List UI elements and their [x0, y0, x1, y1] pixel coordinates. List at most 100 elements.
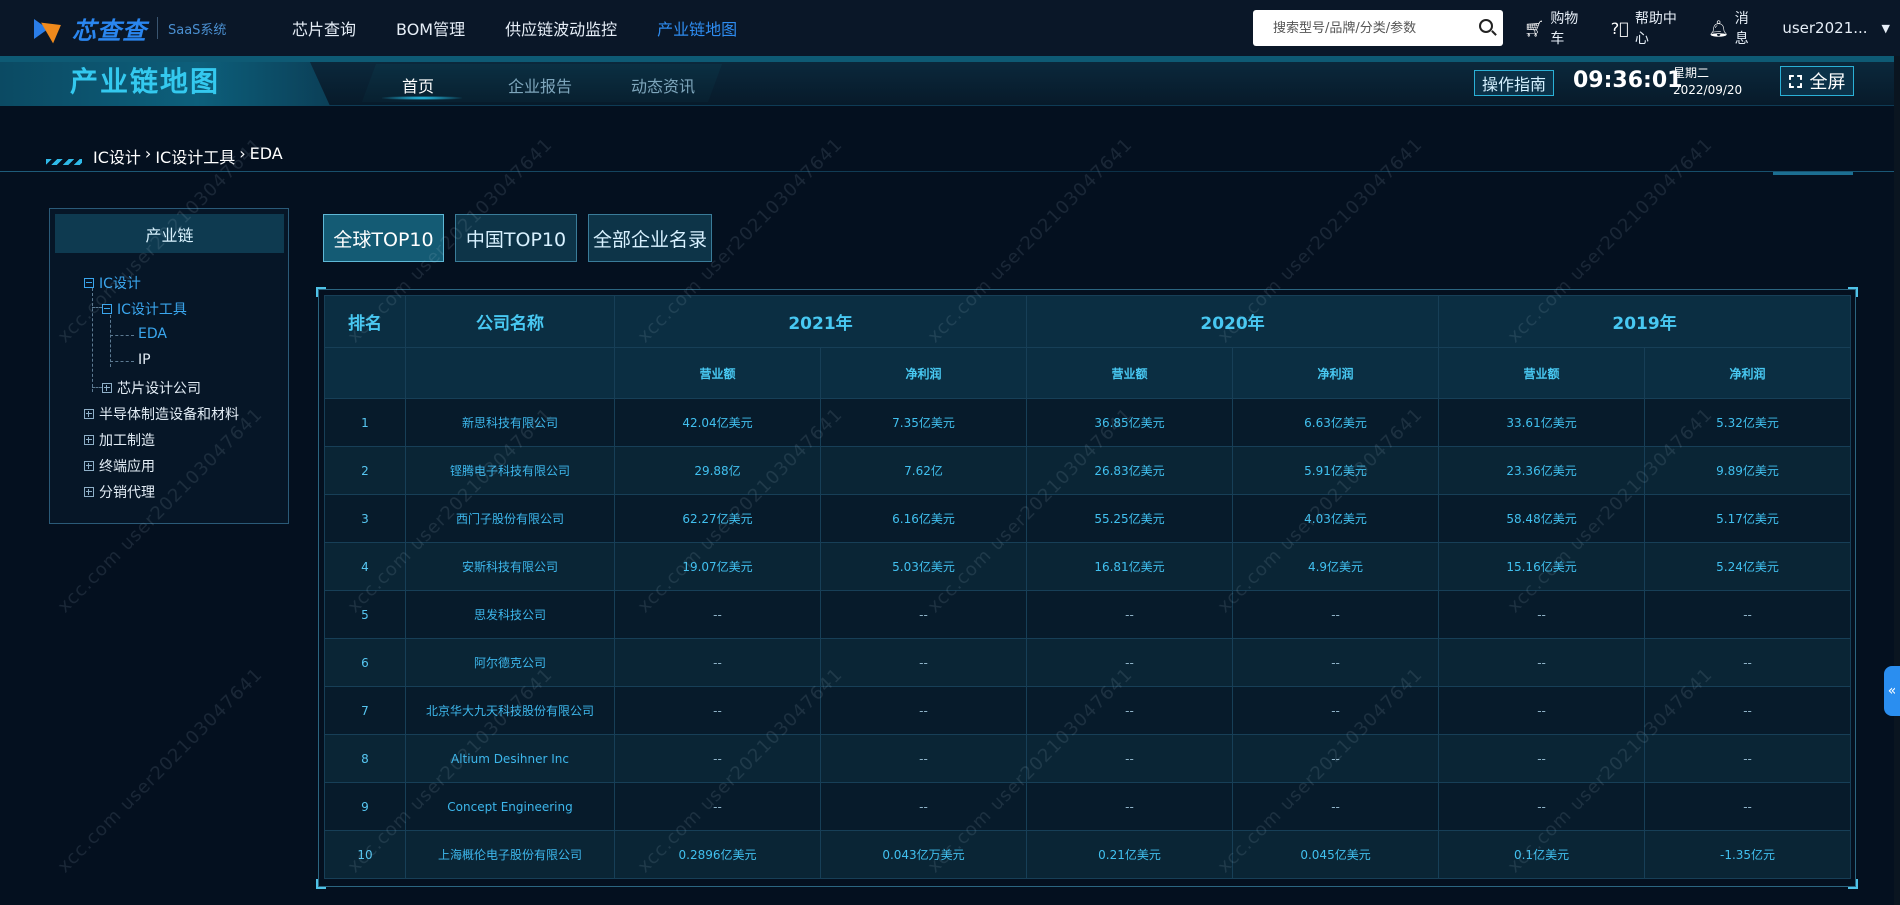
table-row[interactable]: 4 安斯科技有限公司 19.07亿美元 5.03亿美元 16.81亿美元 4.9亿美元 15…	[324, 542, 1852, 591]
help-label: 帮助中心	[1634, 11, 1677, 47]
breadcrumb-item[interactable]: EDA	[250, 144, 283, 168]
table-row[interactable]: 7 北京华大九天科技股份有限公司 -- -- -- -- -- --	[324, 686, 1852, 735]
expand-icon[interactable]	[84, 435, 94, 445]
tree-node-ic-design[interactable]: IC设计	[84, 273, 141, 293]
collapse-icon[interactable]	[84, 278, 94, 288]
cell-revenue: --	[614, 638, 821, 687]
menu-item-industry-map[interactable]: 产业链地图	[657, 16, 737, 40]
expand-icon[interactable]	[84, 487, 94, 497]
table-row[interactable]: 1 新思科技有限公司 42.04亿美元 7.35亿美元 36.85亿美元 6.63亿美元 3…	[324, 398, 1852, 447]
cell-revenue: --	[614, 686, 821, 735]
breadcrumb-item[interactable]: IC设计	[93, 144, 141, 168]
cell-profit: --	[1232, 782, 1440, 831]
tab-china-top10[interactable]: 中国TOP10	[455, 214, 577, 262]
fullscreen-button[interactable]: 全屏	[1780, 66, 1854, 96]
cell-profit: --	[819, 734, 1028, 783]
cell-company-name[interactable]: Concept Engineering	[405, 782, 615, 831]
cell-revenue: --	[1438, 734, 1646, 783]
table-row[interactable]: 6 阿尔德克公司 -- -- -- -- -- --	[324, 638, 1852, 687]
messages-label: 消息	[1734, 11, 1749, 47]
cell-company-name[interactable]: Altium Desihner Inc	[405, 734, 615, 783]
cell-profit: --	[1232, 638, 1440, 687]
cell-profit: --	[1232, 686, 1440, 735]
cell-revenue: --	[1438, 686, 1646, 735]
logo-text: 芯查查	[72, 16, 147, 45]
logo-icon	[32, 13, 67, 44]
cell-revenue: 16.81亿美元	[1026, 542, 1234, 591]
cell-revenue: --	[1026, 638, 1234, 687]
table-row[interactable]: 5 思发科技公司 -- -- -- -- -- --	[324, 590, 1852, 639]
logo[interactable]: 芯查查 SaaS系统	[32, 11, 242, 46]
watermark-text: xcc.com user202103047641	[53, 663, 268, 878]
tree-node-terminal-application[interactable]: 终端应用	[84, 456, 155, 476]
header-year-2019: 2019年	[1438, 295, 1852, 348]
cell-revenue: 55.25亿美元	[1026, 494, 1234, 543]
cell-profit: --	[1232, 734, 1440, 783]
cell-rank: 10	[324, 830, 406, 879]
tree-node-ip[interactable]: IP	[138, 352, 151, 368]
expand-icon[interactable]	[102, 383, 112, 393]
tree-node-semiconductor-equipment[interactable]: 半导体制造设备和材料	[84, 404, 239, 424]
cell-profit: 0.043亿万美元	[819, 830, 1028, 879]
header-revenue: 营业额	[1438, 347, 1646, 399]
collapse-icon[interactable]	[102, 304, 112, 314]
cell-company-name[interactable]: 阿尔德克公司	[405, 638, 615, 687]
header-company: 公司名称	[405, 295, 615, 348]
cell-revenue: 36.85亿美元	[1026, 398, 1234, 447]
tab-home[interactable]: 首页	[402, 73, 434, 97]
cell-profit: -1.35亿元	[1644, 830, 1852, 879]
cell-company-name[interactable]: 思发科技公司	[405, 590, 615, 639]
search-icon[interactable]	[1479, 19, 1493, 33]
header-year-2020: 2020年	[1026, 295, 1440, 348]
chevron-right-icon: ›	[239, 144, 246, 163]
cell-profit: 5.17亿美元	[1644, 494, 1852, 543]
header-year-2021: 2021年	[613, 295, 1028, 348]
search-box	[1253, 10, 1503, 46]
ranking-table: 排名 公司名称 2021年 2020年 2019年 营业额 净利润 营业额 净利…	[324, 295, 1852, 879]
tree-node-distribution[interactable]: 分销代理	[84, 482, 155, 502]
user-menu[interactable]: user2021... ▼	[1782, 19, 1890, 37]
cell-company-name[interactable]: 安斯科技有限公司	[405, 542, 615, 591]
table-row[interactable]: 2 铿腾电子科技有限公司 29.88亿 7.62亿 26.83亿美元 5.91亿美元 23.…	[324, 446, 1852, 495]
page-scrollbar[interactable]	[1894, 56, 1900, 905]
cell-company-name[interactable]: 新思科技有限公司	[405, 398, 615, 447]
cell-revenue: 42.04亿美元	[614, 398, 821, 447]
cell-profit: 6.63亿美元	[1232, 398, 1440, 447]
expand-icon[interactable]	[84, 409, 94, 419]
header-revenue: 营业额	[1026, 347, 1234, 399]
cart-icon: 🛒︎	[1524, 18, 1545, 38]
guide-button[interactable]: 操作指南	[1474, 70, 1554, 96]
table-row[interactable]: 8 Altium Desihner Inc -- -- -- -- -- --	[324, 734, 1852, 783]
tree-node-ic-tools[interactable]: IC设计工具	[102, 299, 187, 319]
menu-item-chip-search[interactable]: 芯片查询	[292, 16, 356, 40]
side-collapse-button[interactable]: «	[1884, 666, 1900, 716]
table-row[interactable]: 3 西门子股份有限公司 62.27亿美元 6.16亿美元 55.25亿美元 4.03亿美元…	[324, 494, 1852, 543]
tab-global-top10[interactable]: 全球TOP10	[323, 214, 444, 262]
menu-item-supply-monitor[interactable]: 供应链波动监控	[505, 16, 617, 40]
table-row[interactable]: 10 上海概伦电子股份有限公司 0.2896亿美元 0.043亿万美元 0.21亿美元 0…	[324, 830, 1852, 879]
tree-node-chip-design-company[interactable]: 芯片设计公司	[102, 378, 201, 398]
table-row[interactable]: 9 Concept Engineering -- -- -- -- -- --	[324, 782, 1852, 831]
tab-news[interactable]: 动态资讯	[631, 73, 695, 97]
tree-node-manufacturing[interactable]: 加工制造	[84, 430, 155, 450]
menu-item-bom[interactable]: BOM管理	[396, 16, 465, 40]
header-profit: 净利润	[819, 347, 1028, 399]
cell-profit: --	[819, 782, 1028, 831]
cell-revenue: 62.27亿美元	[614, 494, 821, 543]
cell-company-name[interactable]: 西门子股份有限公司	[405, 494, 615, 543]
cell-profit: 5.91亿美元	[1232, 446, 1440, 495]
cell-company-name[interactable]: 北京华大九天科技股份有限公司	[405, 686, 615, 735]
cell-company-name[interactable]: 铿腾电子科技有限公司	[405, 446, 615, 495]
messages-button[interactable]: 🔔︎ 消息	[1708, 8, 1758, 48]
help-button[interactable]: ?⃝ 帮助中心	[1611, 8, 1685, 48]
tab-all-companies[interactable]: 全部企业名录	[588, 214, 712, 262]
cell-revenue: --	[614, 782, 821, 831]
breadcrumb-item[interactable]: IC设计工具	[155, 144, 235, 168]
cart-button[interactable]: 🛒︎ 购物车	[1524, 8, 1587, 48]
search-input[interactable]	[1253, 11, 1463, 45]
cell-revenue: 33.61亿美元	[1438, 398, 1646, 447]
expand-icon[interactable]	[84, 461, 94, 471]
cell-company-name[interactable]: 上海概伦电子股份有限公司	[405, 830, 615, 879]
tab-company-report[interactable]: 企业报告	[508, 73, 572, 97]
tree-node-eda[interactable]: EDA	[138, 326, 167, 342]
